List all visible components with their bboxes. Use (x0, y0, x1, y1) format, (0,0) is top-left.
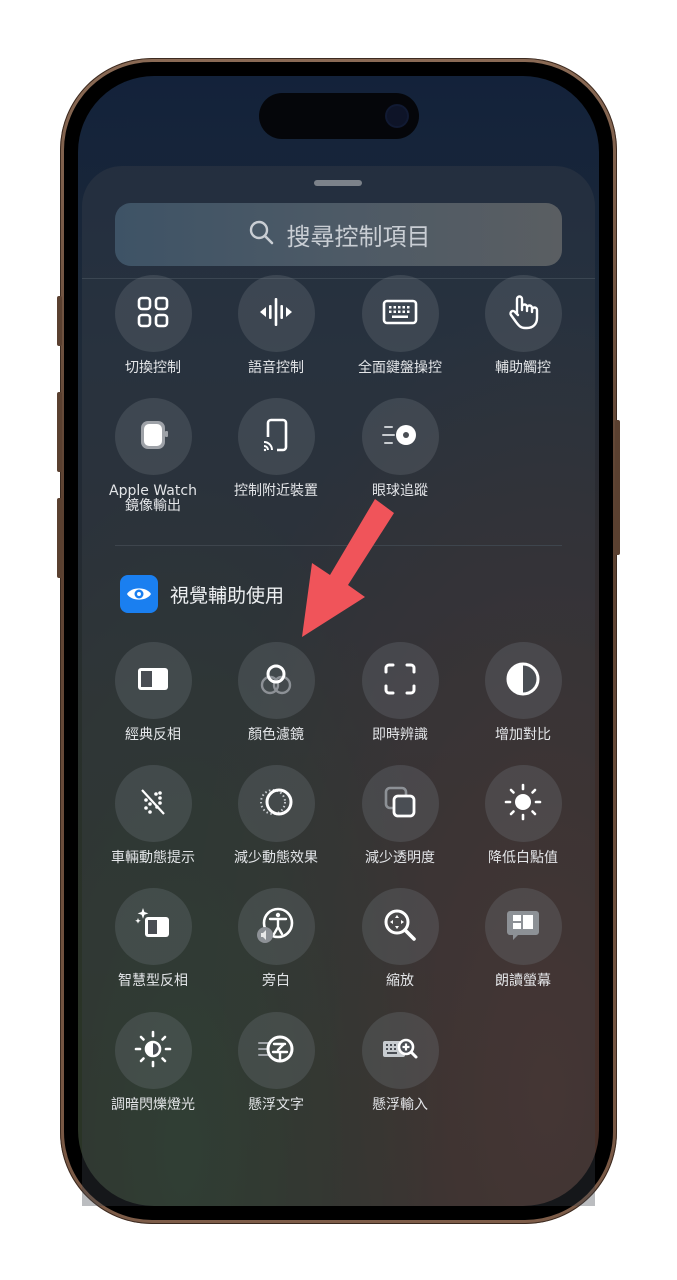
control-label: 切換控制 (125, 360, 181, 376)
control-hover-text[interactable]: 懸浮文字 (214, 1012, 338, 1113)
control-voice-control[interactable]: 語音控制 (214, 275, 338, 376)
control-label: 全面鍵盤操控 (358, 360, 442, 376)
control-zoom[interactable]: 縮放 (338, 888, 462, 989)
control-label: 朗讀螢幕 (495, 973, 551, 989)
section-title: 視覺輔助使用 (170, 584, 285, 607)
control-reduce-transparency[interactable]: 減少透明度 (338, 765, 462, 866)
control-label: 即時辨識 (372, 727, 428, 743)
control-switch-control[interactable]: 切換控制 (91, 275, 215, 376)
hover-typing-icon (380, 1029, 420, 1073)
control-reduce-white-point[interactable]: 降低白點值 (461, 765, 585, 866)
zoom-icon (380, 905, 420, 949)
apple-watch-icon (133, 415, 173, 459)
control-eye-tracking[interactable]: 眼球追蹤 (338, 398, 462, 499)
control-hover-typing[interactable]: 懸浮輸入 (338, 1012, 462, 1113)
magnifying-glass-icon (247, 218, 275, 252)
control-vehicle-motion-cues[interactable]: 車輛動態提示 (91, 765, 215, 866)
front-camera (387, 106, 407, 126)
control-label: 經典反相 (125, 727, 181, 743)
control-increase-contrast[interactable]: 增加對比 (461, 642, 585, 743)
annotation-arrow (302, 499, 394, 637)
control-smart-invert[interactable]: 智慧型反相 (91, 888, 215, 989)
volume-up-button (57, 392, 62, 472)
control-label: 智慧型反相 (118, 973, 188, 989)
sheet-grabber[interactable] (314, 180, 362, 186)
search-placeholder: 搜尋控制項目 (286, 223, 431, 251)
reduce-motion-icon (256, 782, 296, 826)
control-reduce-motion[interactable]: 減少動態效果 (214, 765, 338, 866)
action-button (57, 296, 62, 346)
control-dim-flashing-lights[interactable]: 調暗閃爍燈光 (91, 1012, 215, 1113)
assistive-touch-hand-icon (503, 292, 543, 336)
control-assistive-touch[interactable]: 輔助觸控 (461, 275, 585, 376)
control-label: 增加對比 (495, 727, 551, 743)
control-label: Apple Watch 鏡像輸出 (109, 483, 197, 514)
control-speak-screen[interactable]: 朗讀螢幕 (461, 888, 585, 989)
vision-section-header: 視覺輔助使用 (120, 575, 284, 613)
keyboard-icon (380, 292, 420, 336)
eye-icon (120, 575, 158, 613)
increase-contrast-icon (503, 659, 543, 703)
control-color-filters[interactable]: 顏色濾鏡 (214, 642, 338, 743)
classic-invert-icon (133, 659, 173, 703)
control-apple-watch-mirroring[interactable]: Apple Watch 鏡像輸出 (91, 398, 215, 514)
control-label: 懸浮輸入 (372, 1097, 428, 1113)
volume-down-button (57, 498, 62, 578)
control-classic-invert[interactable]: 經典反相 (91, 642, 215, 743)
voiceover-icon (256, 905, 296, 949)
control-full-keyboard-access[interactable]: 全面鍵盤操控 (338, 275, 462, 376)
color-filters-icon (256, 659, 296, 703)
vehicle-motion-cues-icon (133, 782, 173, 826)
reduce-white-point-icon (503, 782, 543, 826)
speak-screen-icon (503, 905, 543, 949)
control-voiceover[interactable]: 旁白 (214, 888, 338, 989)
control-live-recognition[interactable]: 即時辨識 (338, 642, 462, 743)
nearby-device-icon (256, 415, 296, 459)
hover-text-icon (256, 1029, 296, 1073)
reduce-transparency-icon (380, 782, 420, 826)
switch-control-grid-icon (133, 292, 173, 336)
control-label: 顏色濾鏡 (248, 727, 304, 743)
control-label: 調暗閃爍燈光 (111, 1097, 195, 1113)
control-label: 語音控制 (248, 360, 304, 376)
eye-tracking-icon (380, 415, 420, 459)
live-recognition-icon (380, 659, 420, 703)
control-label: 懸浮文字 (248, 1097, 304, 1113)
control-label: 輔助觸控 (495, 360, 551, 376)
smart-invert-icon (133, 905, 173, 949)
control-label: 減少透明度 (365, 850, 435, 866)
side-button (615, 420, 620, 555)
control-label: 車輛動態提示 (111, 850, 195, 866)
voice-control-waveform-icon (256, 292, 296, 336)
search-controls-input[interactable]: 搜尋控制項目 (115, 203, 562, 266)
control-label: 旁白 (262, 973, 290, 989)
control-label: 減少動態效果 (234, 850, 318, 866)
control-nearby-devices[interactable]: 控制附近裝置 (214, 398, 338, 499)
control-label: 降低白點值 (488, 850, 558, 866)
dynamic-island (259, 93, 419, 139)
control-label: 縮放 (386, 973, 414, 989)
dim-flashing-lights-icon (133, 1029, 173, 1073)
